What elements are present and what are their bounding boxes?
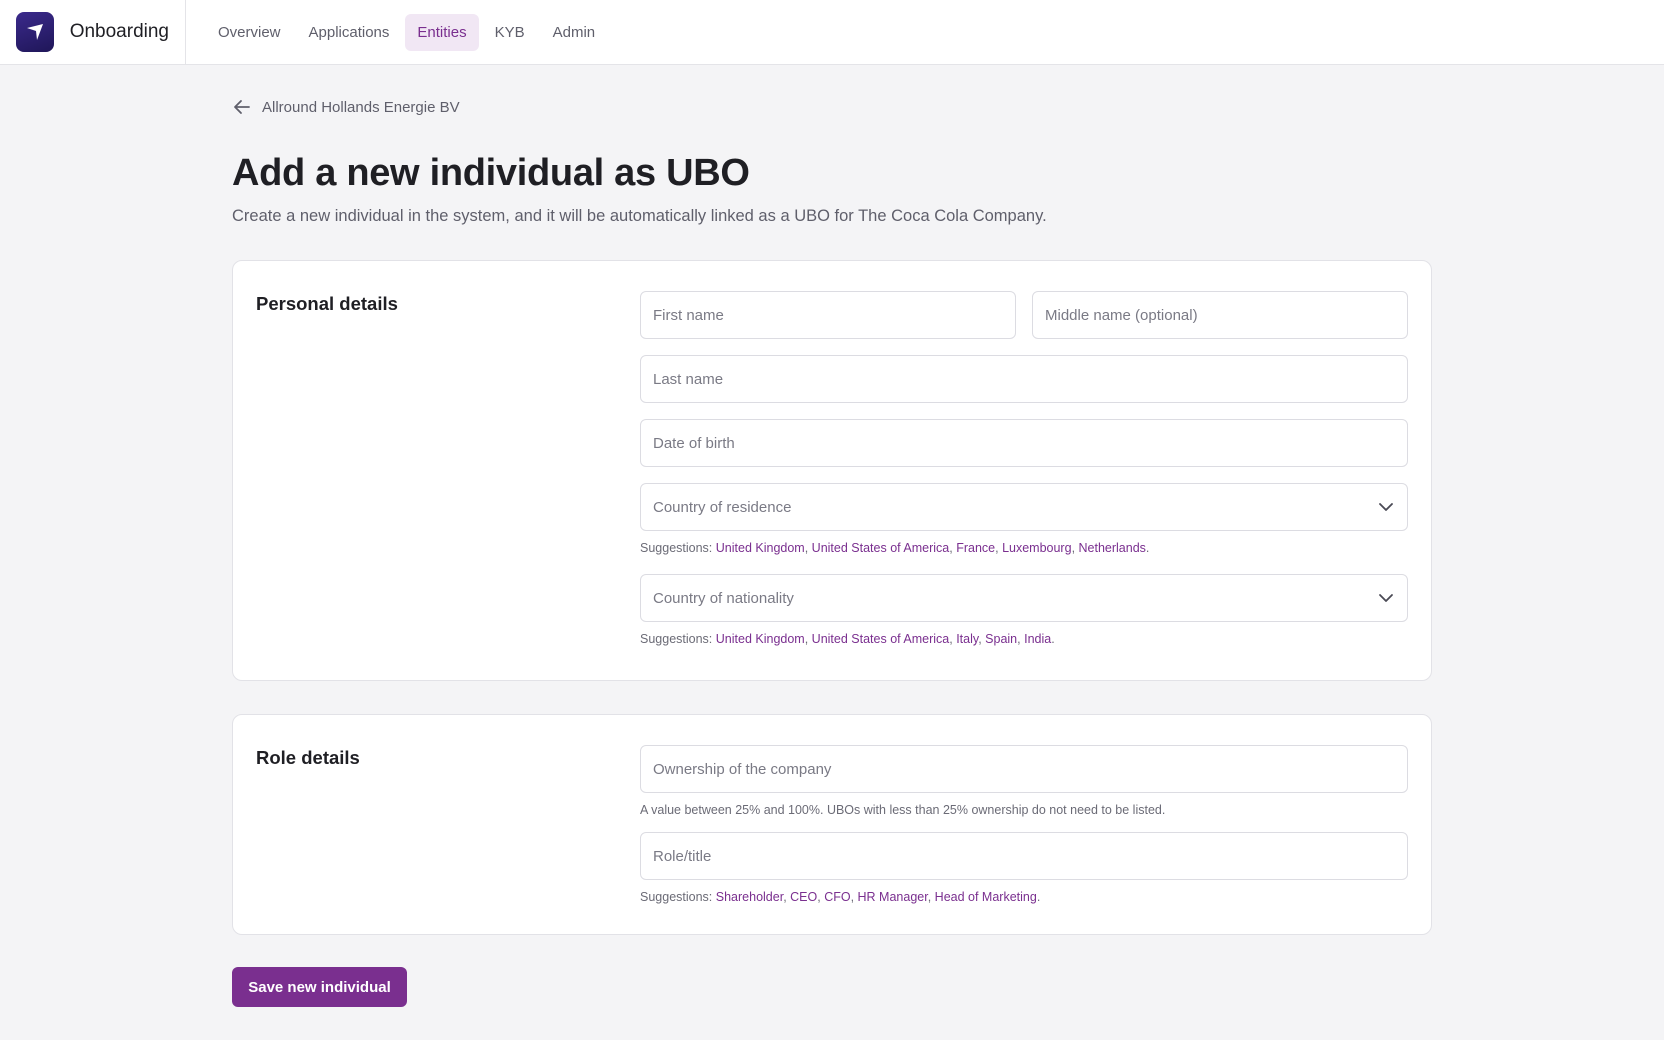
arrow-left-icon <box>234 100 250 114</box>
save-button[interactable]: Save new individual <box>232 967 407 1007</box>
nationality-suggestion[interactable]: United Kingdom <box>716 632 805 646</box>
role-details-title: Role details <box>256 747 360 768</box>
nationality-select-label: Country of nationality <box>653 589 794 607</box>
nav-applications[interactable]: Applications <box>297 14 402 51</box>
nav-kyb[interactable]: KYB <box>483 14 537 51</box>
ownership-input[interactable] <box>653 746 1395 792</box>
nationality-suggestion[interactable]: United States of America <box>812 632 950 646</box>
nationality-suggestion[interactable]: India <box>1024 632 1051 646</box>
nav-admin[interactable]: Admin <box>541 14 608 51</box>
chevron-down-icon <box>1379 503 1393 511</box>
role-suggestions-prefix: Suggestions: <box>640 890 713 904</box>
nav-entities[interactable]: Entities <box>405 13 479 51</box>
middle-name-field[interactable] <box>1032 291 1408 339</box>
brand-name: Onboarding <box>69 21 169 42</box>
chevron-down-icon <box>1379 594 1393 602</box>
nationality-suggestion[interactable]: Spain <box>985 632 1017 646</box>
role-suggestion[interactable]: Shareholder <box>716 890 783 904</box>
nationality-suggestions: Suggestions: United Kingdom, United Stat… <box>640 632 1055 646</box>
role-suggestion[interactable]: HR Manager <box>858 890 928 904</box>
role-suggestions: Suggestions: Shareholder, CEO, CFO, HR M… <box>640 890 1041 904</box>
nav-overview[interactable]: Overview <box>206 14 293 51</box>
top-bar: Onboarding Overview Applications Entitie… <box>0 0 1664 65</box>
nationality-select[interactable]: Country of nationality <box>640 574 1408 622</box>
ownership-hint: A value between 25% and 100%. UBOs with … <box>640 803 1166 817</box>
ownership-field[interactable] <box>640 745 1408 793</box>
brand: Onboarding <box>0 0 186 64</box>
middle-name-input[interactable] <box>1045 292 1395 338</box>
residence-suggestion[interactable]: Netherlands <box>1079 541 1146 555</box>
role-details-card: Role details A value between 25% and 100… <box>232 714 1432 935</box>
residence-select-label: Country of residence <box>653 498 792 516</box>
nationality-suggestion[interactable]: Italy <box>956 632 978 646</box>
page-title: Add a new individual as UBO <box>232 152 750 194</box>
role-title-field[interactable] <box>640 832 1408 880</box>
last-name-field[interactable] <box>640 355 1408 403</box>
back-label: Allround Hollands Energie BV <box>262 98 460 116</box>
dob-input[interactable] <box>653 420 1395 466</box>
residence-suggestion[interactable]: United Kingdom <box>716 541 805 555</box>
first-name-input[interactable] <box>653 292 1003 338</box>
last-name-input[interactable] <box>653 356 1395 402</box>
logo-icon[interactable] <box>16 12 54 52</box>
residence-select[interactable]: Country of residence <box>640 483 1408 531</box>
residence-suggestions: Suggestions: United Kingdom, United Stat… <box>640 541 1150 555</box>
role-suggestion[interactable]: CFO <box>824 890 850 904</box>
personal-details-title: Personal details <box>256 293 398 314</box>
role-suggestion[interactable]: CEO <box>790 890 817 904</box>
residence-suggestion[interactable]: France <box>956 541 995 555</box>
personal-details-card: Personal details Country of residence Su… <box>232 260 1432 681</box>
back-link[interactable]: Allround Hollands Energie BV <box>232 97 1432 117</box>
main-nav: Overview Applications Entities KYB Admin <box>206 13 608 51</box>
nationality-suggestions-prefix: Suggestions: <box>640 632 713 646</box>
role-suggestion[interactable]: Head of Marketing <box>935 890 1037 904</box>
first-name-field[interactable] <box>640 291 1016 339</box>
dob-field[interactable] <box>640 419 1408 467</box>
residence-suggestions-prefix: Suggestions: <box>640 541 713 555</box>
main-content: Allround Hollands Energie BV Add a new i… <box>232 65 1432 1007</box>
page-subtitle: Create a new individual in the system, a… <box>232 207 1047 225</box>
residence-suggestion[interactable]: Luxembourg <box>1002 541 1072 555</box>
residence-suggestion[interactable]: United States of America <box>812 541 950 555</box>
role-title-input[interactable] <box>653 833 1395 879</box>
